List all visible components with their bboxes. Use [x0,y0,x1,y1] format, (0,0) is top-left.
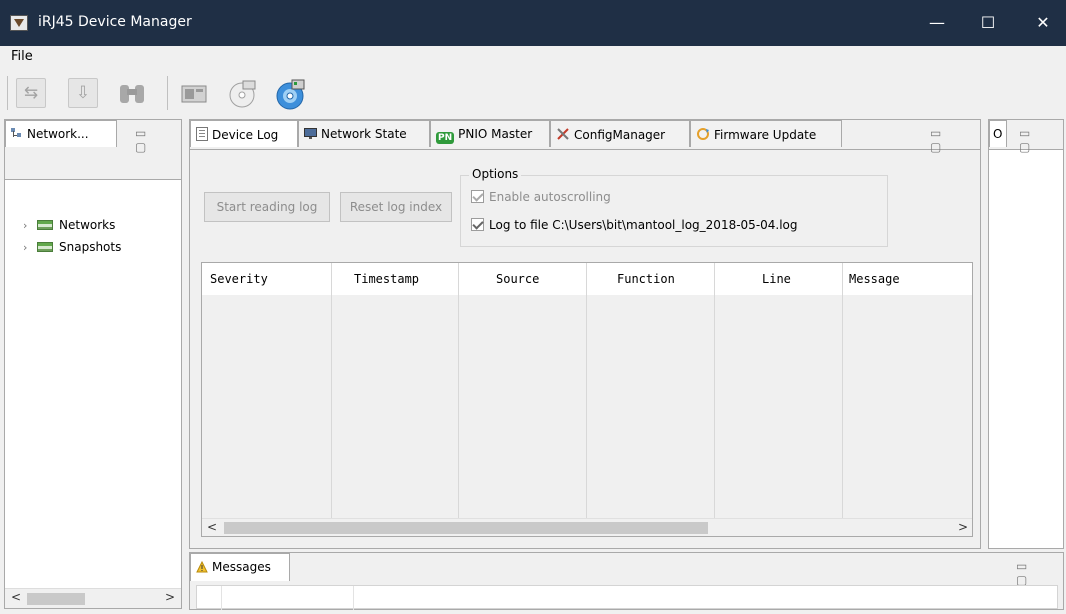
tab-label: Device Log [212,128,279,142]
column-header[interactable]: Timestamp [354,272,419,286]
checkbox-checked-icon [471,218,484,231]
checkbox-label: Enable autoscrolling [489,190,611,204]
column-header[interactable]: Source [496,272,539,286]
tree-item-networks[interactable]: › Networks [23,218,115,232]
tab-label: ConfigManager [574,128,666,142]
toolbar-grip [7,76,8,110]
navigator-hscrollbar[interactable]: < > [5,588,181,608]
scroll-left-icon[interactable]: < [207,520,217,534]
scroll-thumb[interactable] [27,593,85,605]
column-timestamp: Timestamp [332,263,459,518]
outline-tabstrip: O ▭ ▢ [989,120,1063,154]
tab-network-state[interactable]: Network State [298,120,430,147]
card-icon [181,85,207,103]
tree-item-snapshots[interactable]: › Snapshots [23,240,121,254]
log-table-hscrollbar[interactable]: < > [202,518,972,536]
navigator-tabstrip: Network... ▭ ▢ [5,120,181,180]
app-icon [10,15,28,31]
warning-icon [196,560,208,576]
start-reading-log-button[interactable]: Start reading log [204,192,330,222]
scroll-thumb[interactable] [224,522,708,534]
column-severity: Severity [202,263,332,518]
scroll-right-icon[interactable]: > [165,590,175,604]
toolbar-separator [167,76,168,110]
card-button[interactable] [178,78,208,108]
options-group: Options Enable autoscrolling Log to file… [460,167,888,247]
scroll-right-icon[interactable]: > [958,520,968,534]
messages-panel: Messages ▭ ▢ [189,552,1064,610]
outline-panel: O ▭ ▢ [988,119,1064,549]
navigator-minmax-buttons[interactable]: ▭ ▢ [135,126,181,154]
lan-disc-button[interactable] [226,78,256,108]
menu-file[interactable]: File [11,49,33,64]
pn-badge-icon: PN [436,132,455,144]
tab-config-manager[interactable]: ConfigManager [550,120,690,147]
binoculars-icon [120,85,144,103]
menu-bar: File [0,46,1066,68]
connect-icon: ⇆ [23,83,39,103]
tab-label: Messages [212,560,271,574]
tab-label: O [993,127,1003,141]
main-minmax-buttons[interactable]: ▭ ▢ [930,126,980,154]
tab-outline[interactable]: O [989,120,1007,147]
column-line: Line [715,263,843,518]
tab-firmware-update[interactable]: Firmware Update [690,120,842,147]
chevron-right-icon[interactable]: › [23,241,37,254]
log-to-file-checkbox[interactable]: Log to file C:\Users\bit\mantool_log_201… [471,218,798,232]
column-header[interactable]: Function [617,272,675,286]
tree-item-label: Networks [59,218,116,232]
minimize-button[interactable]: — [914,0,960,46]
column-function: Function [587,263,715,518]
download-icon: ⇩ [75,83,91,103]
firmware-disc-button[interactable] [274,78,305,110]
download-button[interactable]: ⇩ [68,78,98,108]
snapshots-icon [37,242,53,252]
toolbar: ⇆ ⇩ [0,68,1066,114]
chevron-right-icon[interactable]: › [23,219,37,232]
column-header[interactable]: Message [849,272,900,286]
options-title: Options [469,167,522,181]
column-divider [221,586,222,610]
monitor-icon [304,128,317,143]
networks-icon [37,220,53,230]
checkbox-label: Log to file C:\Users\bit\mantool_log_201… [489,218,798,232]
column-source: Source [459,263,587,518]
connect-button[interactable]: ⇆ [16,78,46,108]
column-divider [353,586,354,610]
messages-table[interactable] [196,585,1058,610]
tab-label: Network... [27,127,89,141]
enable-autoscroll-checkbox[interactable]: Enable autoscrolling [471,190,611,204]
column-message: Message [843,263,972,518]
checkbox-checked-icon [471,190,484,203]
refresh-icon [696,127,710,144]
column-header[interactable]: Severity [210,272,268,286]
tab-network-navigator[interactable]: Network... [5,120,117,147]
column-header[interactable]: Line [762,272,791,286]
tab-label: PNIO Master [458,127,533,141]
log-table[interactable]: Severity Timestamp Source Function Line … [201,262,973,537]
scroll-left-icon[interactable]: < [11,590,21,604]
tab-messages[interactable]: Messages [190,553,290,581]
maximize-button[interactable]: ☐ [965,0,1011,46]
window-title: iRJ45 Device Manager [38,14,192,30]
firmware-disc-icon [276,79,305,110]
scan-button[interactable] [116,78,146,108]
messages-minmax-buttons[interactable]: ▭ ▢ [1016,559,1063,587]
tools-icon [556,127,570,144]
tab-label: Firmware Update [714,128,817,142]
tree-item-label: Snapshots [59,240,122,254]
log-document-icon [196,127,208,144]
tab-label: Network State [321,127,407,141]
close-button[interactable]: ✕ [1020,0,1066,46]
outline-minmax-buttons[interactable]: ▭ ▢ [1019,126,1063,154]
navigator-panel: Network... ▭ ▢ › Networks › Snapshots < > [4,119,182,609]
title-bar: iRJ45 Device Manager — ☐ ✕ [0,0,1066,46]
network-tree-icon [11,128,23,143]
reset-log-index-button[interactable]: Reset log index [340,192,452,222]
tab-pnio-master[interactable]: PN PNIO Master [430,120,550,147]
lan-disc-icon [229,80,256,108]
tab-device-log[interactable]: Device Log [190,120,298,147]
main-tabstrip: Device Log Network State PN PNIO Master C… [190,120,980,154]
device-log-panel: Device Log Network State PN PNIO Master C… [189,119,981,549]
